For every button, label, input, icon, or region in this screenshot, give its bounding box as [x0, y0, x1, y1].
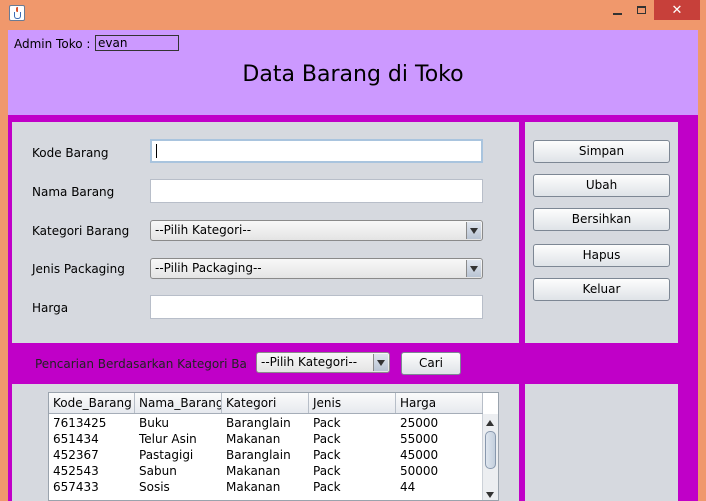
simpan-button[interactable]: Simpan: [533, 140, 670, 163]
table-cell: 452543: [53, 464, 99, 478]
table-header: Kode_Barang Nama_Barang Kategori Jenis H…: [49, 393, 483, 414]
table-cell: 657433: [53, 480, 99, 494]
main-content: Admin Toko : evan Data Barang di Toko Ko…: [8, 30, 698, 501]
table-row[interactable]: 651434 Telur Asin Makanan Pack 55000: [49, 431, 483, 447]
column-header-kode[interactable]: Kode_Barang: [49, 393, 135, 413]
scroll-up-arrow-icon[interactable]: [486, 420, 494, 426]
bersihkan-button[interactable]: Bersihkan: [533, 208, 670, 231]
table-side-panel: [525, 384, 678, 501]
keluar-button[interactable]: Keluar: [533, 278, 670, 301]
cari-button[interactable]: Cari: [401, 352, 461, 375]
table-cell: 7613425: [53, 416, 107, 430]
table-cell: Pack: [313, 480, 341, 494]
kategori-selected-value: --Pilih Kategori--: [155, 223, 252, 237]
nama-barang-input[interactable]: [150, 179, 483, 203]
packaging-selected-value: --Pilih Packaging--: [155, 261, 262, 275]
kode-barang-input[interactable]: [150, 139, 483, 163]
java-cup-icon: [9, 5, 25, 21]
table-row[interactable]: 452367 Pastagigi Baranglain Pack 45000: [49, 447, 483, 463]
table-cell: Makanan: [226, 480, 281, 494]
column-header-nama[interactable]: Nama_Barang: [135, 393, 222, 413]
table-cell: Pack: [313, 416, 341, 430]
jenis-packaging-label: Jenis Packaging: [32, 262, 125, 276]
table-cell: 50000: [400, 464, 439, 478]
table-cell: 44: [400, 480, 416, 494]
column-header-kategori[interactable]: Kategori: [222, 393, 309, 413]
table-cell: Sabun: [139, 464, 177, 478]
admin-name-field: evan: [95, 35, 179, 51]
table-cell: Baranglain: [226, 448, 291, 462]
harga-label: Harga: [32, 301, 69, 315]
table-cell: Telur Asin: [139, 432, 197, 446]
text-caret: [156, 144, 157, 158]
kategori-select[interactable]: --Pilih Kategori--: [150, 220, 483, 241]
search-category-select[interactable]: --Pilih Kategori--: [256, 352, 390, 373]
hapus-button[interactable]: Hapus: [533, 244, 670, 267]
table-cell: Makanan: [226, 432, 281, 446]
table-cell: Pack: [313, 448, 341, 462]
chevron-down-icon[interactable]: [466, 222, 481, 239]
table-scrollbar[interactable]: [482, 414, 498, 500]
action-panel: Simpan Ubah Bersihkan Hapus Keluar: [525, 122, 678, 343]
nama-barang-label: Nama Barang: [32, 185, 115, 199]
data-table: Kode_Barang Nama_Barang Kategori Jenis H…: [48, 392, 499, 501]
chevron-down-icon[interactable]: [466, 260, 481, 277]
table-cell: 25000: [400, 416, 439, 430]
table-cell: Sosis: [139, 480, 170, 494]
kategori-barang-label: Kategori Barang: [32, 224, 130, 238]
column-header-jenis[interactable]: Jenis: [309, 393, 396, 413]
form-panel: Kode Barang Nama Barang Kategori Barang …: [12, 122, 519, 343]
search-label: Pencarian Berdasarkan Kategori Barang: [35, 357, 248, 371]
harga-input[interactable]: [150, 295, 483, 319]
packaging-select[interactable]: --Pilih Packaging--: [150, 258, 483, 279]
chevron-down-icon[interactable]: [373, 354, 388, 371]
table-cell: Pack: [313, 464, 341, 478]
scroll-down-arrow-icon[interactable]: [486, 492, 494, 498]
table-cell: Pack: [313, 432, 341, 446]
table-cell: Pastagigi: [139, 448, 194, 462]
maximize-button[interactable]: [629, 0, 653, 20]
table-cell: 651434: [53, 432, 99, 446]
header-panel: Admin Toko : evan Data Barang di Toko: [8, 30, 698, 115]
table-cell: Buku: [139, 416, 170, 430]
table-cell: Baranglain: [226, 416, 291, 430]
kode-barang-label: Kode Barang: [32, 146, 109, 160]
admin-label: Admin Toko :: [14, 37, 91, 51]
table-cell: 45000: [400, 448, 439, 462]
scrollbar-thumb[interactable]: [485, 431, 496, 469]
table-panel: Kode_Barang Nama_Barang Kategori Jenis H…: [12, 384, 519, 501]
column-header-harga[interactable]: Harga: [396, 393, 483, 413]
ubah-button[interactable]: Ubah: [533, 174, 670, 197]
table-cell: 55000: [400, 432, 439, 446]
table-row[interactable]: 452543 Sabun Makanan Pack 50000: [49, 463, 483, 479]
window-titlebar: ✕: [0, 0, 706, 30]
close-button[interactable]: ✕: [654, 0, 700, 20]
table-row[interactable]: 657433 Sosis Makanan Pack 44: [49, 479, 483, 495]
page-title: Data Barang di Toko: [242, 62, 464, 87]
table-row[interactable]: 7613425 Buku Baranglain Pack 25000: [49, 415, 483, 431]
search-category-value: --Pilih Kategori--: [261, 355, 358, 369]
table-cell: 452367: [53, 448, 99, 462]
minimize-button[interactable]: [605, 0, 629, 20]
table-cell: Makanan: [226, 464, 281, 478]
